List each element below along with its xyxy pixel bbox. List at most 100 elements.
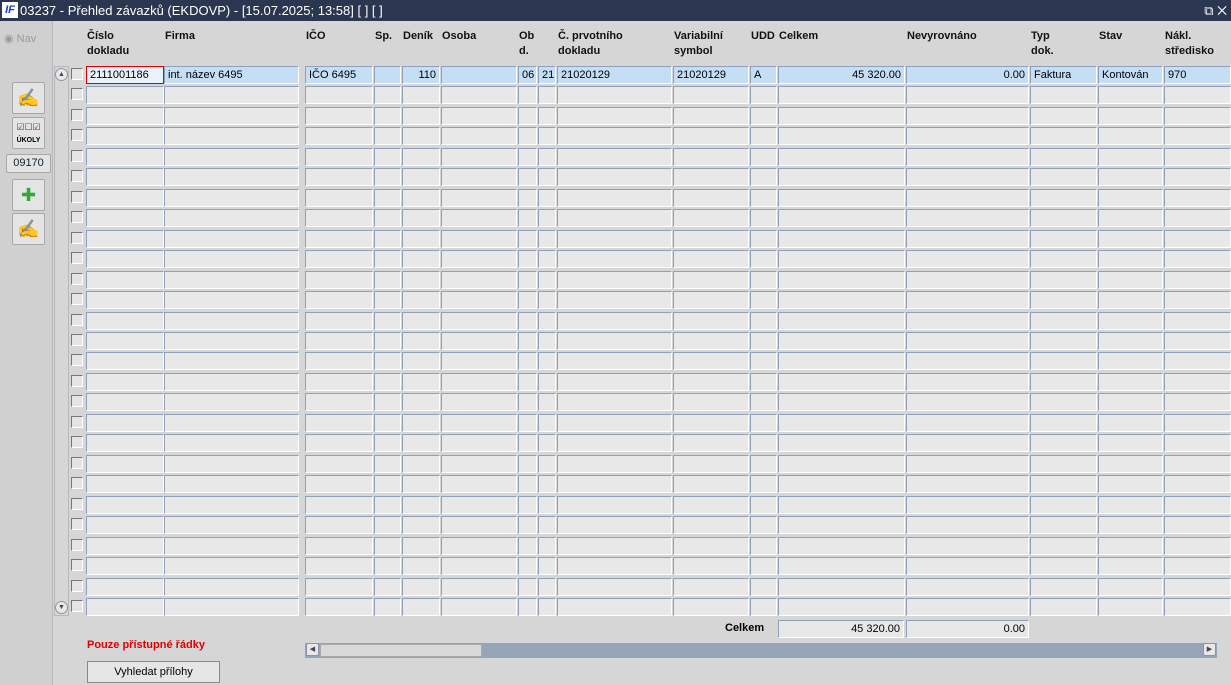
scroll-up-icon[interactable]: ▲ — [55, 68, 68, 81]
cell-typ[interactable] — [1030, 168, 1097, 186]
cell-osoba[interactable] — [441, 434, 517, 452]
cell-ob[interactable] — [518, 455, 537, 473]
cell-firma[interactable] — [164, 598, 299, 616]
cell-nakl[interactable] — [1164, 516, 1231, 534]
cell-typ[interactable] — [1030, 250, 1097, 268]
cell-nakl[interactable] — [1164, 209, 1231, 227]
cell-ob[interactable] — [518, 189, 537, 207]
cell-vs[interactable] — [673, 291, 749, 309]
cell-nevyr[interactable] — [906, 148, 1029, 166]
cell-nakl[interactable] — [1164, 537, 1231, 555]
cell-ob[interactable] — [518, 291, 537, 309]
row-checkbox[interactable] — [71, 498, 83, 510]
cell-denik[interactable] — [402, 496, 440, 514]
cell-denik[interactable] — [402, 312, 440, 330]
cell-stav[interactable] — [1098, 537, 1163, 555]
column-header-celkem[interactable]: Celkem — [779, 29, 818, 44]
cell-stav[interactable] — [1098, 312, 1163, 330]
cell-nakl[interactable] — [1164, 250, 1231, 268]
row-checkbox[interactable] — [71, 150, 83, 162]
cell-osoba[interactable] — [441, 312, 517, 330]
column-header-cprv[interactable]: Č. prvotního dokladu — [558, 29, 623, 59]
cell-d[interactable] — [538, 557, 556, 575]
cell-cislo[interactable] — [86, 475, 164, 493]
column-header-osoba[interactable]: Osoba — [442, 29, 476, 44]
cell-celkem[interactable] — [778, 414, 905, 432]
cell-d[interactable] — [538, 250, 556, 268]
cell-denik[interactable] — [402, 271, 440, 289]
cell-firma[interactable] — [164, 271, 299, 289]
cell-osoba[interactable] — [441, 230, 517, 248]
row-checkbox[interactable] — [71, 559, 83, 571]
cell-typ[interactable]: Faktura — [1030, 66, 1097, 84]
cell-stav[interactable] — [1098, 496, 1163, 514]
cell-osoba[interactable] — [441, 291, 517, 309]
cell-cprv[interactable] — [557, 209, 672, 227]
cell-nevyr[interactable] — [906, 271, 1029, 289]
cell-vs[interactable] — [673, 352, 749, 370]
cell-d[interactable] — [538, 537, 556, 555]
cell-cprv[interactable] — [557, 578, 672, 596]
cell-ob[interactable] — [518, 107, 537, 125]
cell-vs[interactable] — [673, 414, 749, 432]
cell-cislo[interactable] — [86, 86, 164, 104]
cell-cislo[interactable] — [86, 209, 164, 227]
cell-ob[interactable] — [518, 312, 537, 330]
cell-stav[interactable] — [1098, 291, 1163, 309]
cell-udd[interactable] — [750, 107, 777, 125]
cell-cprv[interactable] — [557, 107, 672, 125]
cell-nevyr[interactable] — [906, 455, 1029, 473]
cell-ico[interactable] — [305, 86, 373, 104]
cell-ob[interactable] — [518, 598, 537, 616]
cell-nakl[interactable]: 970 — [1164, 66, 1231, 84]
cell-osoba[interactable] — [441, 475, 517, 493]
cell-denik[interactable] — [402, 598, 440, 616]
cell-typ[interactable] — [1030, 271, 1097, 289]
cell-nevyr[interactable] — [906, 352, 1029, 370]
cell-firma[interactable] — [164, 475, 299, 493]
cell-ob[interactable] — [518, 434, 537, 452]
cell-vs[interactable] — [673, 189, 749, 207]
cell-udd[interactable] — [750, 537, 777, 555]
cell-celkem[interactable] — [778, 455, 905, 473]
cell-celkem[interactable] — [778, 393, 905, 411]
column-header-stav[interactable]: Stav — [1099, 29, 1122, 44]
cell-d[interactable] — [538, 332, 556, 350]
cell-sp[interactable] — [374, 332, 401, 350]
row-checkbox[interactable] — [71, 170, 83, 182]
cell-firma[interactable] — [164, 578, 299, 596]
cell-nakl[interactable] — [1164, 578, 1231, 596]
cell-nevyr[interactable] — [906, 107, 1029, 125]
cell-stav[interactable] — [1098, 598, 1163, 616]
row-checkbox[interactable] — [71, 580, 83, 592]
cell-ob[interactable] — [518, 209, 537, 227]
cell-sp[interactable] — [374, 496, 401, 514]
cell-celkem[interactable] — [778, 271, 905, 289]
row-checkbox[interactable] — [71, 457, 83, 469]
cell-udd[interactable] — [750, 148, 777, 166]
cell-nakl[interactable] — [1164, 352, 1231, 370]
cell-celkem[interactable] — [778, 475, 905, 493]
cell-ob[interactable] — [518, 127, 537, 145]
cell-ico[interactable] — [305, 230, 373, 248]
row-checkbox[interactable] — [71, 354, 83, 366]
column-header-denik[interactable]: Deník — [403, 29, 433, 44]
cell-sp[interactable] — [374, 230, 401, 248]
cell-d[interactable] — [538, 209, 556, 227]
cell-cislo[interactable] — [86, 189, 164, 207]
cell-stav[interactable] — [1098, 455, 1163, 473]
cell-sp[interactable] — [374, 148, 401, 166]
cell-vs[interactable] — [673, 516, 749, 534]
cell-typ[interactable] — [1030, 107, 1097, 125]
cell-celkem[interactable] — [778, 434, 905, 452]
cell-ico[interactable] — [305, 209, 373, 227]
cell-denik[interactable] — [402, 332, 440, 350]
cell-celkem[interactable] — [778, 107, 905, 125]
cell-cislo[interactable] — [86, 393, 164, 411]
cell-d[interactable] — [538, 598, 556, 616]
column-header-sp[interactable]: Sp. — [375, 29, 392, 44]
cell-stav[interactable] — [1098, 127, 1163, 145]
cell-stav[interactable] — [1098, 393, 1163, 411]
cell-udd[interactable] — [750, 414, 777, 432]
cell-typ[interactable] — [1030, 127, 1097, 145]
